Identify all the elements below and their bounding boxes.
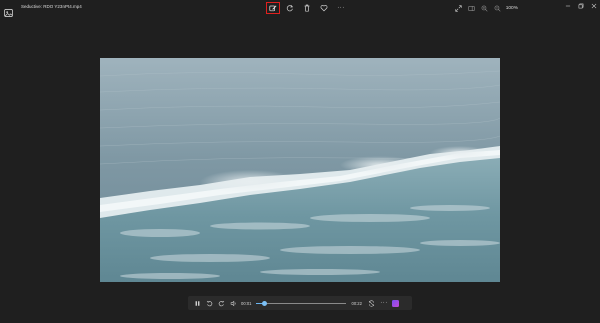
rotate-icon (286, 5, 294, 12)
pause-button[interactable] (191, 297, 203, 309)
skip-forward-button[interactable] (215, 297, 227, 309)
view-toolbar: 100% (452, 2, 518, 14)
video-frame[interactable] (100, 58, 500, 282)
more-icon: ··· (337, 5, 345, 11)
window-title: Seductive: RDO Y23nPt4.mp4 (21, 4, 82, 9)
repeat-off-icon (369, 299, 375, 307)
repeat-button[interactable] (366, 297, 378, 309)
more-icon: ··· (380, 300, 388, 306)
rotate-button[interactable] (283, 2, 297, 14)
delete-button[interactable] (300, 2, 314, 14)
fullscreen-button[interactable] (453, 2, 465, 14)
minimize-button[interactable] (561, 0, 574, 12)
zoom-level[interactable]: 100% (506, 6, 518, 11)
restore-button[interactable] (574, 0, 587, 12)
skip-back-icon (206, 300, 212, 306)
close-button[interactable] (587, 0, 600, 12)
more-options-button[interactable]: ··· (334, 2, 348, 14)
info-button[interactable] (466, 2, 478, 14)
seek-thumb[interactable] (262, 300, 268, 306)
skip-forward-icon (218, 300, 224, 306)
clipchamp-icon (392, 299, 400, 307)
playback-controls: 00:01 00:22 ··· (188, 296, 412, 310)
minimize-icon (565, 5, 570, 7)
trash-icon (304, 4, 310, 12)
skip-back-button[interactable] (203, 297, 215, 309)
restore-icon (578, 3, 583, 9)
seek-bar[interactable] (256, 299, 347, 307)
zoom-in-button[interactable] (479, 2, 491, 14)
close-icon (591, 3, 596, 9)
pause-icon (195, 300, 199, 306)
seek-track (256, 302, 347, 304)
zoom-out-icon (494, 5, 501, 12)
info-panel-icon (468, 5, 475, 11)
playback-more-button[interactable]: ··· (378, 297, 390, 309)
edit-video-icon (269, 5, 277, 12)
current-time: 00:01 (241, 300, 252, 306)
volume-icon (230, 300, 236, 306)
favorite-button[interactable] (317, 2, 331, 14)
volume-button[interactable] (227, 297, 239, 309)
window-controls (561, 0, 600, 12)
edit-video-button[interactable] (266, 2, 280, 14)
expand-icon (455, 4, 462, 12)
media-toolbar: ··· (266, 2, 351, 14)
total-time: 00:22 (351, 300, 362, 306)
zoom-out-button[interactable] (492, 2, 504, 14)
zoom-in-icon (481, 5, 488, 12)
photos-app-icon (4, 4, 13, 17)
heart-icon (320, 5, 328, 12)
clipchamp-button[interactable] (390, 297, 402, 309)
